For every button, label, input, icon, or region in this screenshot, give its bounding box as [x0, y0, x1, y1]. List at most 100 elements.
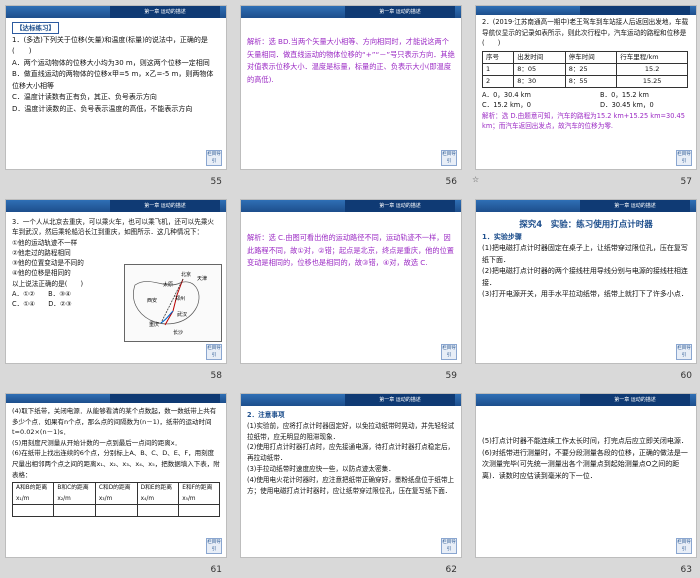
- subsection-title: 2．注意事项: [247, 411, 285, 419]
- table-cell: [53, 504, 96, 518]
- slide-number: 56: [445, 177, 457, 187]
- back-nav-button[interactable]: 栏目导引: [206, 150, 222, 166]
- slide-number: 60: [680, 371, 692, 381]
- table-header: E和F的距离x₅/m: [178, 482, 220, 506]
- slide-header: 第一章 运动的描述: [241, 200, 461, 212]
- subsection-title: 1．实验步骤: [482, 232, 522, 241]
- slide-header: 第一章 运动的描述: [476, 200, 696, 212]
- answer-text: 解析：选 C.由图可看出他的运动路径不同，运动轨迹不一样，因此路程不同，故①对，…: [247, 233, 454, 267]
- map-label: 太原: [163, 282, 174, 288]
- option-line: C．温度计读数有正有负，其正、负号表示方向: [12, 93, 157, 101]
- table-cell: 1: [481, 62, 515, 76]
- header-label: 第一章 运动的描述: [580, 200, 690, 212]
- slide-thumb-55[interactable]: 第一章 运动的描述 【达标练习】 1．(多选)下列关于位移(矢量)和温度(标量)…: [2, 2, 228, 187]
- back-nav-button[interactable]: 栏目导引: [206, 344, 222, 360]
- note-line: (1)实验前，应将打点计时器固定好，以免拉动纸带时晃动，并先轻轻试拉纸带，应无明…: [247, 421, 455, 441]
- table-header: A和B的距离x₁/m: [11, 482, 55, 506]
- table-row: 2 8：30 8：55 15.25: [481, 74, 688, 88]
- slide-header: [6, 394, 226, 403]
- slide-header: 第一章 运动的描述: [476, 394, 696, 406]
- table-cell: 8：30: [513, 74, 566, 88]
- back-nav-button[interactable]: 栏目导引: [676, 538, 692, 554]
- answer-text: 解析：选 BD.当两个矢量大小相等、方向相同时，才能说这两个矢量相同．做直线运动…: [247, 37, 455, 84]
- table-row: [11, 504, 220, 518]
- step-line: (2)把电磁打点计时器的两个接线柱用导线分别与电源的接线柱相连接．: [482, 267, 688, 287]
- table-header: 序号: [481, 50, 515, 64]
- back-nav-button[interactable]: 栏目导引: [676, 344, 692, 360]
- option-line: A．0，30.4 km: [482, 90, 531, 99]
- slide-number: 57: [680, 177, 692, 187]
- step-line: (3)打开电源开关，用手水平拉动纸带，纸带上就打下了许多小点．: [482, 290, 688, 298]
- header-label: 第一章 运动的描述: [580, 394, 690, 406]
- slide-header: [476, 6, 696, 15]
- table-header: B和C的距离x₂/m: [53, 482, 96, 506]
- table-cell: 8：55: [564, 74, 618, 88]
- note-line: (3)手拉动纸带时速度应快一些，以防点迹太密集．: [247, 464, 395, 473]
- question-line: 1．(多选)下列关于位移(矢量)和温度(标量)的说法中，正确的是( ): [12, 35, 208, 56]
- slide-header: 第一章 运动的描述: [241, 394, 461, 406]
- back-nav-button[interactable]: 栏目导引: [441, 538, 457, 554]
- route-map-image: 北京 太原 天津 西安 郑州 重庆 武汉 长沙: [124, 264, 222, 342]
- slide-thumb-59[interactable]: 第一章 运动的描述 解析：选 C.由图可看出他的运动路径不同，运动轨迹不一样，因…: [237, 196, 463, 381]
- question-line: 2．(2019·江苏南通高一期中)老王驾车到车站接人后返回出发地，车载导航仪显示…: [482, 18, 689, 47]
- note-line: (4)使用电火花计时器时，应注意把纸带正确穿好，墨粉纸盘位于纸带上方；使用电磁打…: [247, 475, 455, 495]
- slide-56: 第一章 运动的描述 解析：选 BD.当两个矢量大小相等、方向相同时，才能说这两个…: [240, 5, 462, 170]
- map-label: 北京: [181, 272, 192, 278]
- table-cell: 2: [481, 74, 515, 88]
- step-line: (1)把电磁打点计时器固定在桌子上，让纸带穿过限位孔，压在复写纸下面．: [482, 244, 688, 264]
- table-header: 出发时间: [513, 50, 566, 64]
- slide-thumb-56[interactable]: 第一章 运动的描述 解析：选 BD.当两个矢量大小相等、方向相同时，才能说这两个…: [237, 2, 463, 187]
- table-cell: 8：05: [513, 62, 566, 76]
- header-label: 第一章 运动的描述: [345, 200, 455, 212]
- slide-number: 61: [210, 565, 222, 575]
- slide-number: 59: [445, 371, 457, 381]
- slide-thumb-61[interactable]: (4)取下纸带，关闭电源．从能够看清的某个点数起，数一数纸带上共有多少个点．如果…: [2, 390, 228, 575]
- table-row: 1 8：05 8：25 15.2: [481, 62, 688, 76]
- slide-63: 第一章 运动的描述 (5)打点计时器不能连续工作太长时间，打完点后应立即关闭电源…: [475, 393, 697, 558]
- slide-60: 第一章 运动的描述 探究4 实验：练习使用打点计时器 1．实验步骤 (1)把电磁…: [475, 199, 697, 364]
- option-line: A．两个运动物体的位移大小均为30 m，则这两个位移一定相同: [12, 58, 210, 67]
- map-label: 郑州: [175, 296, 186, 302]
- note-line: (6)对纸带进行测量时，不要分段测量各段的位移，正确的做法是一次测量完毕(可先统…: [482, 448, 688, 480]
- item-line: ①他的运动轨迹不一样: [12, 238, 78, 247]
- map-label: 天津: [197, 276, 208, 282]
- answer-text: 解析：选 D.由题意可知，汽车的路程为15.2 km+15.25 km=30.4…: [482, 111, 685, 131]
- section-tag: 【达标练习】: [12, 22, 59, 34]
- back-nav-button[interactable]: 栏目导引: [441, 344, 457, 360]
- slide-number: 62: [445, 565, 457, 575]
- table-cell: 15.25: [616, 74, 688, 88]
- star-marker: ☆: [472, 175, 480, 184]
- item-line: ②他走过的路程相同: [12, 248, 71, 257]
- data-table: A和B的距离x₁/m B和C的距离x₂/m C和D的距离x₃/m D和E的距离x…: [11, 482, 220, 518]
- table-header: D和E的距离x₄/m: [136, 482, 180, 506]
- slide-thumb-58[interactable]: 第一章 运动的描述 3．一个人从北京去重庆，可以乘火车，也可以乘飞机，还可以先乘…: [2, 196, 228, 381]
- map-label: 重庆: [149, 322, 160, 328]
- slide-thumb-57[interactable]: 2．(2019·江苏南通高一期中)老王驾车到车站接人后返回出发地，车载导航仪显示…: [472, 2, 698, 187]
- back-nav-button[interactable]: 栏目导引: [441, 150, 457, 166]
- option-line: B．0，15.2 km: [600, 90, 649, 99]
- slide-thumb-63[interactable]: 第一章 运动的描述 (5)打点计时器不能连续工作太长时间，打完点后应立即关闭电源…: [472, 390, 698, 575]
- table-header: 停车时间: [564, 50, 618, 64]
- map-label: 长沙: [173, 330, 184, 336]
- note-line: (2)使用打点计时器打点时，应先接通电源，待打点计时器打点稳定后，再拉动纸带．: [247, 443, 455, 463]
- option-line: D．30.45 km，0: [600, 101, 654, 109]
- slide-number: 55: [210, 177, 222, 187]
- back-nav-button[interactable]: 栏目导引: [206, 538, 222, 554]
- note-line: (5)打点计时器不能连续工作太长时间，打完点后应立即关闭电源．: [482, 437, 688, 445]
- slide-header: 第一章 运动的描述: [6, 200, 226, 212]
- table-header: 行车里程/km: [616, 50, 688, 64]
- map-label: 武汉: [177, 312, 188, 318]
- slide-59: 第一章 运动的描述 解析：选 C.由图可看出他的运动路径不同，运动轨迹不一样，因…: [240, 199, 462, 364]
- header-label: 第一章 运动的描述: [345, 6, 455, 18]
- slide-number: 63: [680, 565, 692, 575]
- table-cell: [136, 504, 180, 518]
- slide-thumb-62[interactable]: 第一章 运动的描述 2．注意事项 (1)实验前，应将打点计时器固定好，以免拉动纸…: [237, 390, 463, 575]
- slide-55: 第一章 运动的描述 【达标练习】 1．(多选)下列关于位移(矢量)和温度(标量)…: [5, 5, 227, 170]
- option-line: C．15.2 km，0: [482, 101, 532, 109]
- step-line: (5)用刻度尺测量从开始计数的一点到最后一点间的距离x．: [12, 438, 182, 447]
- slide-header: 第一章 运动的描述: [6, 6, 226, 18]
- option-line: B．做直线运动的两物体的位移x甲=5 m，x乙=-5 m，则两物体位移大小相等: [12, 70, 214, 90]
- slide-thumb-60[interactable]: 第一章 运动的描述 探究4 实验：练习使用打点计时器 1．实验步骤 (1)把电磁…: [472, 196, 698, 381]
- header-label: 第一章 运动的描述: [110, 200, 220, 212]
- back-nav-button[interactable]: 栏目导引: [676, 150, 692, 166]
